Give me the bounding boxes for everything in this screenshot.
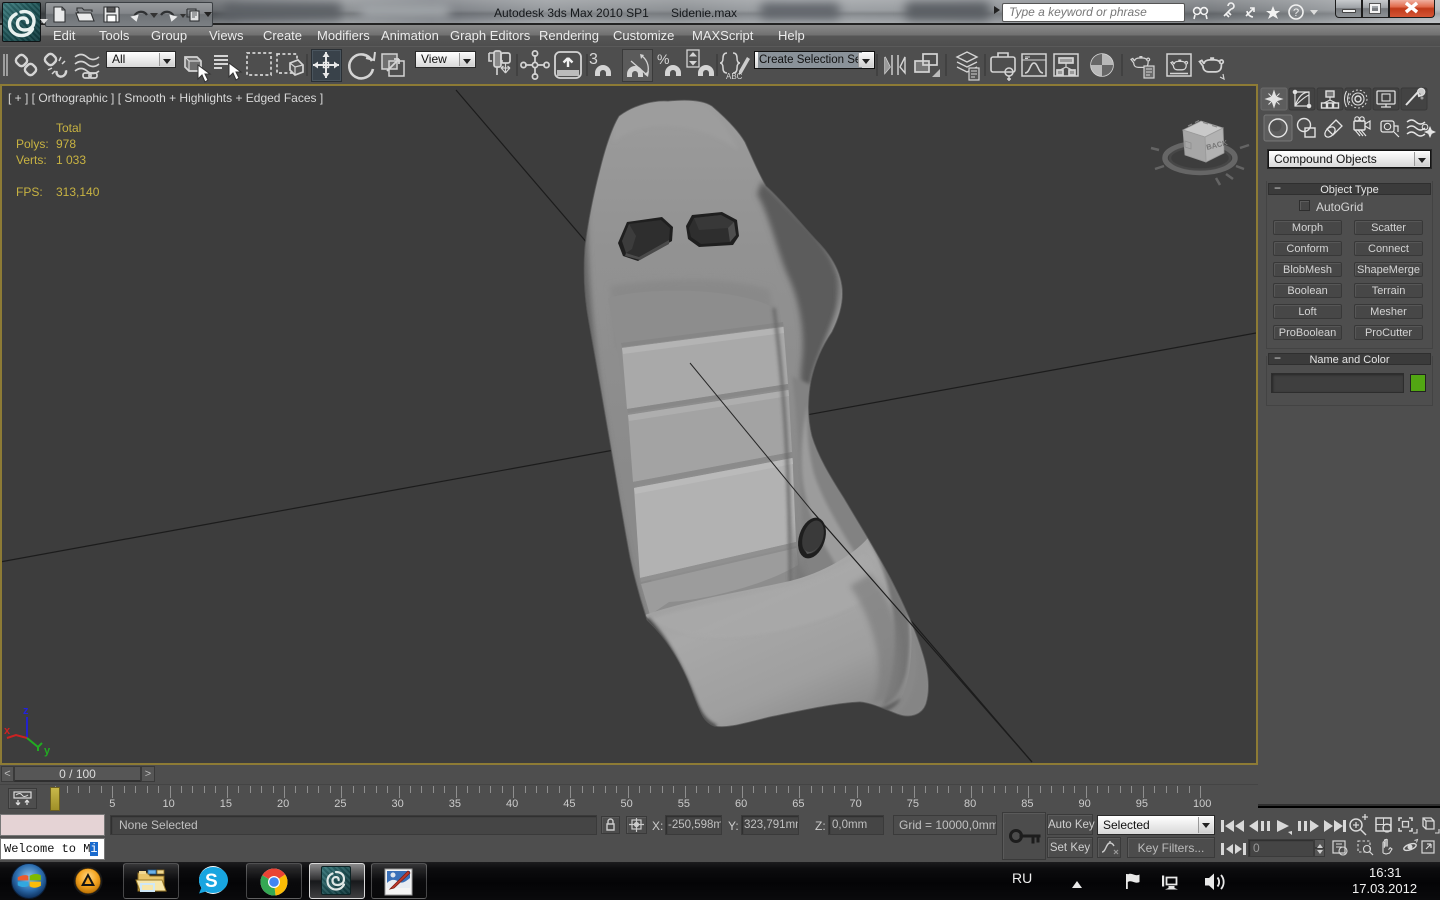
svg-text:3: 3 (589, 51, 598, 68)
svg-text:S: S (205, 871, 218, 892)
svg-text:?: ? (1293, 7, 1299, 19)
svg-text:x: x (4, 725, 11, 737)
svg-text:z: z (23, 705, 29, 717)
svg-text:y: y (44, 745, 51, 757)
svg-text:%: % (657, 51, 669, 67)
svg-text:ABC: ABC (726, 72, 743, 81)
